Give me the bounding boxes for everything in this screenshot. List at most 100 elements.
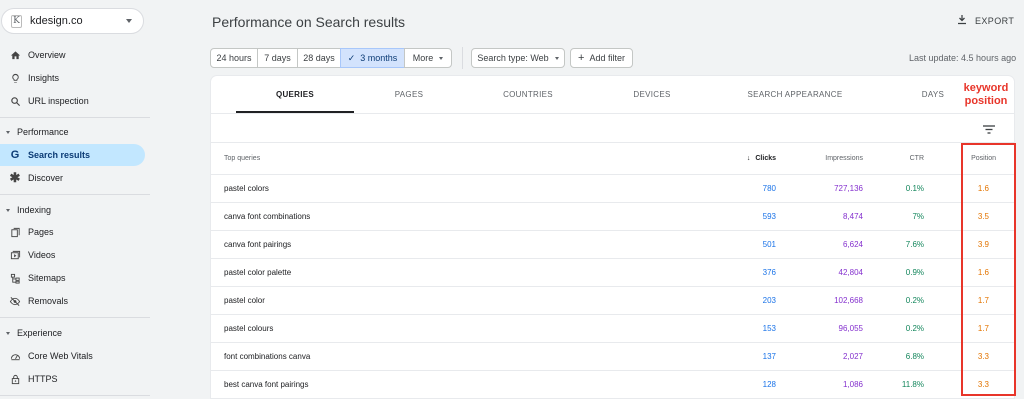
row-divider	[211, 370, 1014, 371]
chevron-down-icon	[126, 19, 132, 23]
sidebar-item-label: Overview	[28, 50, 66, 60]
chevron-down-icon	[6, 130, 10, 134]
query-cell[interactable]: pastel color palette	[224, 268, 291, 277]
sidebar-item-removals[interactable]: Removals	[0, 290, 145, 312]
ctr-cell: 11.8%	[901, 380, 924, 389]
ctr-cell: 0.2%	[905, 296, 924, 305]
chevron-down-icon	[439, 56, 444, 60]
range-more-dropdown[interactable]: More	[404, 48, 452, 68]
range-24-hours[interactable]: 24 hours	[210, 48, 258, 68]
header-clicks[interactable]: ↓ Clicks	[747, 155, 776, 162]
range-label: 7 days	[264, 53, 291, 63]
divider	[462, 47, 463, 69]
sidebar-item-insights[interactable]: Insights	[0, 67, 145, 89]
impressions-cell: 96,055	[838, 324, 863, 333]
tab-label: DEVICES	[633, 90, 671, 99]
row-divider	[211, 174, 1014, 175]
ctr-cell: 7%	[912, 212, 924, 221]
impressions-cell: 6,624	[842, 240, 863, 249]
header-ctr[interactable]: CTR	[910, 155, 924, 162]
impressions-cell: 2,027	[842, 352, 863, 361]
sidebar-item-label: Sitemaps	[28, 273, 66, 283]
tab-search-appearance[interactable]: SEARCH APPEARANCE	[740, 90, 850, 99]
clicks-cell: 593	[762, 212, 776, 221]
sidebar-item-discover[interactable]: ✱ Discover	[0, 167, 145, 189]
clicks-cell: 376	[762, 268, 776, 277]
last-update-text: Last update: 4.5 hours ago	[909, 53, 1017, 63]
clicks-cell: 128	[762, 380, 776, 389]
clicks-cell: 153	[762, 324, 776, 333]
section-label: Indexing	[17, 205, 52, 215]
more-label: More	[412, 53, 434, 63]
sidebar-item-sitemaps[interactable]: Sitemaps	[0, 267, 145, 289]
sidebar-item-videos[interactable]: Videos	[0, 244, 145, 266]
annotation-text: keyword position	[954, 82, 1018, 108]
annotation-line-2: position	[964, 95, 1008, 107]
asterisk-icon: ✱	[9, 170, 21, 185]
add-filter-button[interactable]: + Add filter	[570, 48, 633, 68]
range-label: 28 days	[303, 53, 335, 63]
sitemap-icon	[9, 272, 21, 284]
range-3-months[interactable]: ✓ 3 months	[340, 48, 405, 68]
export-button[interactable]: EXPORT	[957, 14, 1014, 27]
sidebar-item-https[interactable]: HTTPS	[0, 368, 145, 390]
header-label: Clicks	[755, 155, 776, 162]
annotation-line-1: keyword	[963, 82, 1009, 94]
arrow-down-icon: ↓	[746, 155, 751, 162]
impressions-cell: 1,086	[842, 380, 863, 389]
chevron-down-icon	[554, 56, 559, 60]
query-cell[interactable]: best canva font pairings	[224, 380, 309, 389]
ctr-cell: 0.1%	[905, 184, 924, 193]
section-indexing[interactable]: Indexing	[0, 200, 145, 220]
row-divider	[211, 342, 1014, 343]
impressions-cell: 727,136	[834, 184, 863, 193]
page-title: Performance on Search results	[212, 14, 405, 30]
tab-days[interactable]: DAYS	[913, 90, 953, 99]
sidebar-item-pages[interactable]: Pages	[0, 221, 145, 243]
filter-rows-icon[interactable]	[983, 121, 995, 139]
impressions-cell: 102,668	[834, 296, 863, 305]
sidebar-item-search-results[interactable]: G Search results	[0, 144, 145, 166]
section-experience[interactable]: Experience	[0, 323, 145, 343]
sidebar-item-overview[interactable]: Overview	[0, 44, 145, 66]
section-label: Experience	[17, 328, 63, 338]
query-cell[interactable]: font combinations canva	[224, 352, 310, 361]
range-28-days[interactable]: 28 days	[297, 48, 341, 68]
search-type-label: Search type: Web	[477, 53, 549, 63]
query-cell[interactable]: pastel colours	[224, 324, 273, 333]
sidebar-item-label: Videos	[28, 250, 56, 260]
property-selector[interactable]: K kdesign.co	[1, 8, 144, 34]
query-cell[interactable]: pastel colors	[224, 184, 269, 193]
range-7-days[interactable]: 7 days	[257, 48, 298, 68]
ctr-cell: 6.8%	[905, 352, 924, 361]
sidebar-item-core-web-vitals[interactable]: Core Web Vitals	[0, 345, 145, 367]
query-cell[interactable]: pastel color	[224, 296, 265, 305]
sidebar-item-label: Removals	[28, 296, 69, 306]
table-top-divider	[211, 142, 1014, 143]
performance-card	[211, 76, 1014, 399]
tab-pages[interactable]: PAGES	[380, 90, 438, 99]
tab-label: COUNTRIES	[503, 90, 553, 99]
lock-icon	[9, 373, 21, 385]
sidebar-item-label: Insights	[28, 73, 60, 83]
impressions-cell: 8,474	[842, 212, 863, 221]
row-divider	[211, 202, 1014, 203]
gauge-icon	[9, 350, 21, 362]
video-icon	[9, 249, 21, 261]
divider	[0, 317, 150, 318]
row-divider	[211, 258, 1014, 259]
chevron-down-icon	[6, 331, 10, 335]
tab-queries[interactable]: QUERIES	[236, 90, 354, 99]
clicks-cell: 501	[762, 240, 776, 249]
header-impressions[interactable]: Impressions	[825, 155, 863, 162]
query-cell[interactable]: canva font pairings	[224, 240, 291, 249]
query-cell[interactable]: canva font combinations	[224, 212, 310, 221]
section-performance[interactable]: Performance	[0, 122, 145, 142]
eye-off-icon	[9, 295, 21, 307]
sidebar-item-url-inspection[interactable]: URL inspection	[0, 90, 145, 112]
search-type-dropdown[interactable]: Search type: Web	[471, 48, 565, 68]
tab-countries[interactable]: COUNTRIES	[494, 90, 562, 99]
clicks-cell: 780	[762, 184, 776, 193]
search-icon	[9, 95, 21, 107]
tab-devices[interactable]: DEVICES	[622, 90, 682, 99]
